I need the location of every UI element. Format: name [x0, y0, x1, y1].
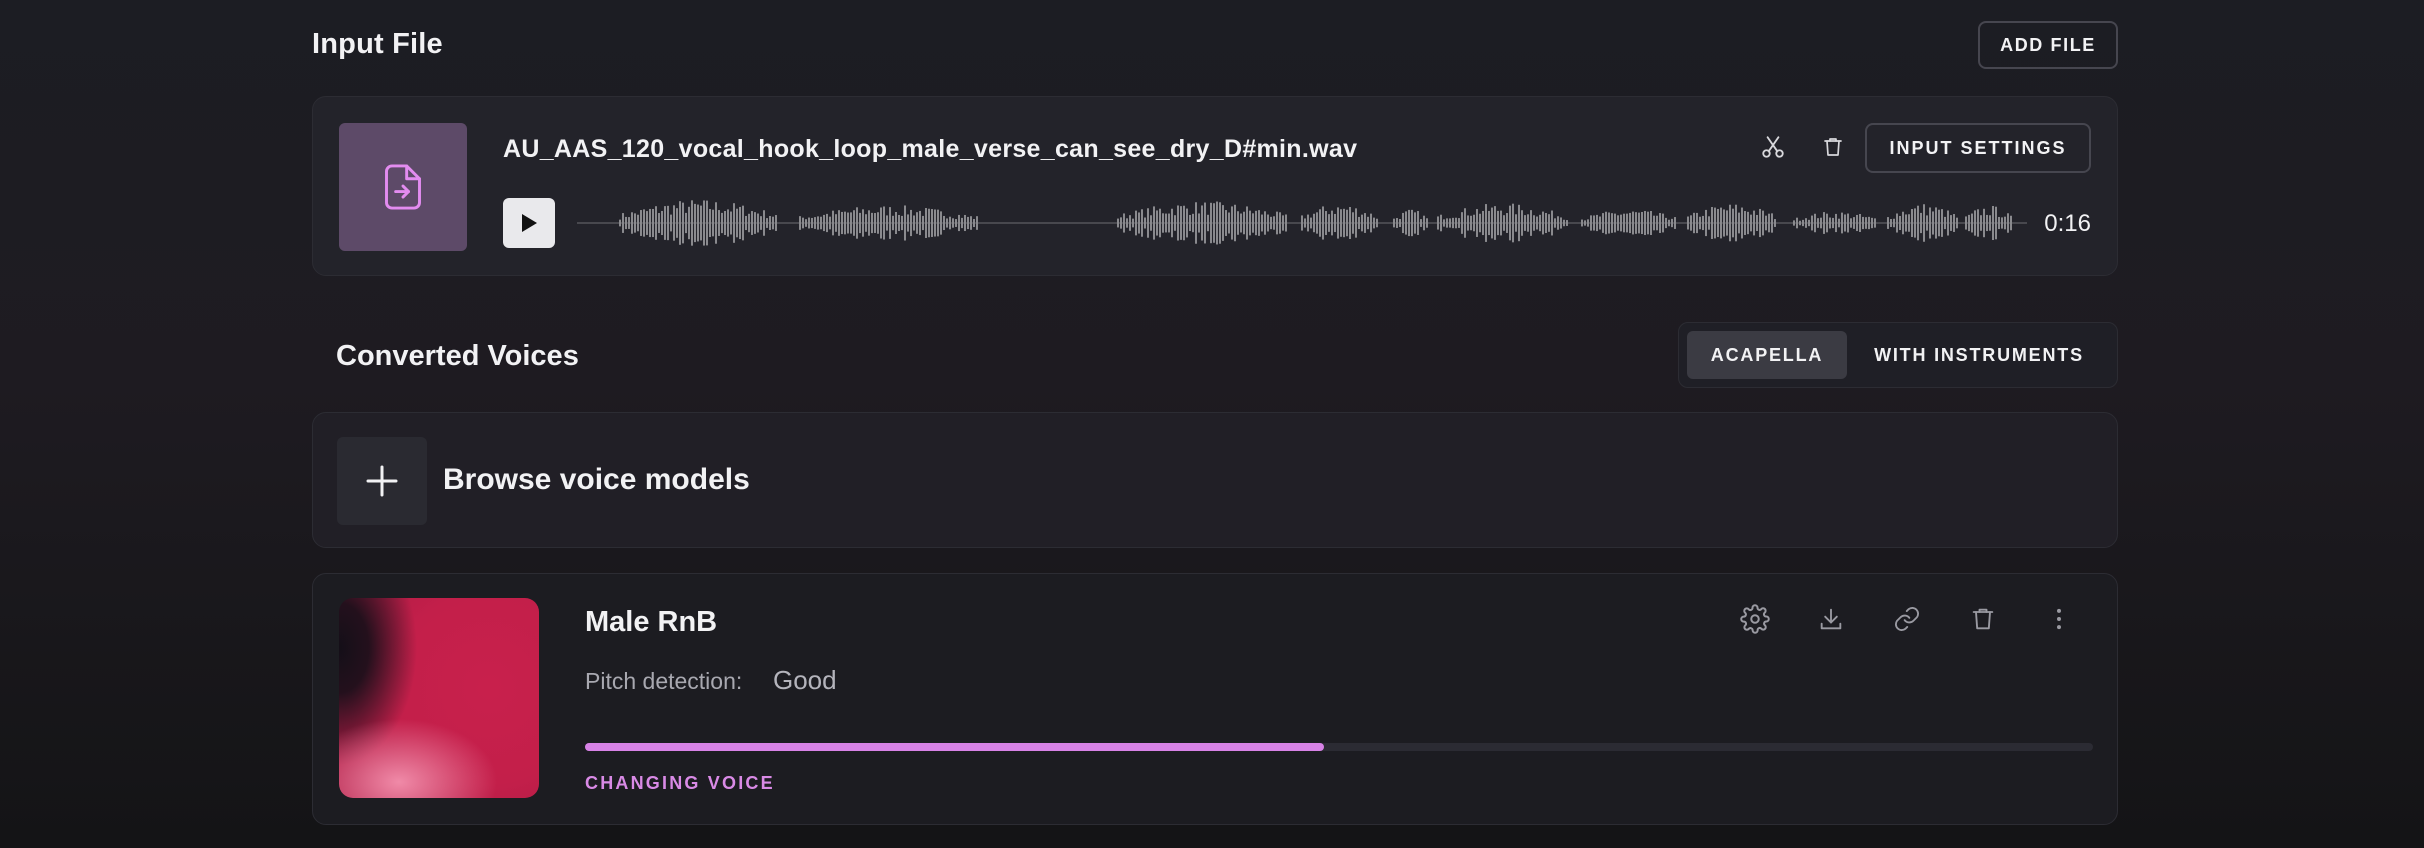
file-name: AU_AAS_120_vocal_hook_loop_male_verse_ca…: [503, 135, 1358, 163]
main-content: Input File ADD FILE AU_AAS_120_vocal_hoo…: [312, 0, 2118, 825]
voice-card: Male RnB Pitch detection: Good CHANGING …: [312, 573, 2118, 825]
file-import-icon: [385, 164, 421, 210]
voice-name: Male RnB: [585, 606, 718, 638]
voice-more-button[interactable]: [2039, 599, 2079, 639]
tab-with-instruments[interactable]: WITH INSTRUMENTS: [1855, 331, 2103, 379]
voice-artwork: [339, 598, 539, 798]
waveform[interactable]: [577, 195, 2027, 251]
voice-settings-button[interactable]: [1735, 599, 1775, 639]
plus-tile: [337, 437, 427, 525]
pitch-detection-value: Good: [773, 665, 837, 695]
download-icon: [1820, 608, 1842, 630]
play-icon: [522, 214, 537, 232]
play-button[interactable]: [503, 198, 555, 248]
input-file-card: AU_AAS_120_vocal_hook_loop_male_verse_ca…: [312, 96, 2118, 276]
browse-voice-models-card[interactable]: Browse voice models: [312, 412, 2118, 548]
more-vertical-icon: [2057, 608, 2061, 630]
duration: 0:16: [2044, 210, 2091, 237]
gear-icon: [1740, 604, 1770, 634]
voice-share-link-button[interactable]: [1887, 599, 1927, 639]
conversion-status: CHANGING VOICE: [585, 773, 775, 793]
voice-delete-button[interactable]: [1963, 599, 2003, 639]
file-thumbnail: [339, 123, 467, 251]
conversion-progress-fill: [585, 743, 1324, 751]
plus-icon: [366, 465, 398, 497]
trash-icon: [1824, 138, 1842, 156]
input-settings-button[interactable]: INPUT SETTINGS: [1865, 123, 2091, 173]
converted-voices-title: Converted Voices: [336, 340, 579, 372]
browse-voice-models-label: Browse voice models: [443, 463, 750, 496]
trash-icon: [1972, 608, 1994, 630]
trim-button[interactable]: [1753, 127, 1793, 167]
input-file-title: Input File: [312, 28, 443, 60]
tab-acapella[interactable]: ACAPELLA: [1687, 331, 1847, 379]
input-file-header: Input File ADD FILE: [312, 0, 2118, 92]
add-file-button[interactable]: ADD FILE: [1978, 21, 2118, 69]
conversion-progress-bar: [585, 743, 2093, 751]
link-icon: [1894, 606, 1920, 632]
delete-input-button[interactable]: [1813, 127, 1853, 167]
scissors-icon: [1762, 136, 1784, 158]
voice-download-button[interactable]: [1811, 599, 1851, 639]
pitch-detection-label: Pitch detection:: [585, 668, 743, 694]
output-mode-toggle: ACAPELLA WITH INSTRUMENTS: [1678, 322, 2118, 388]
